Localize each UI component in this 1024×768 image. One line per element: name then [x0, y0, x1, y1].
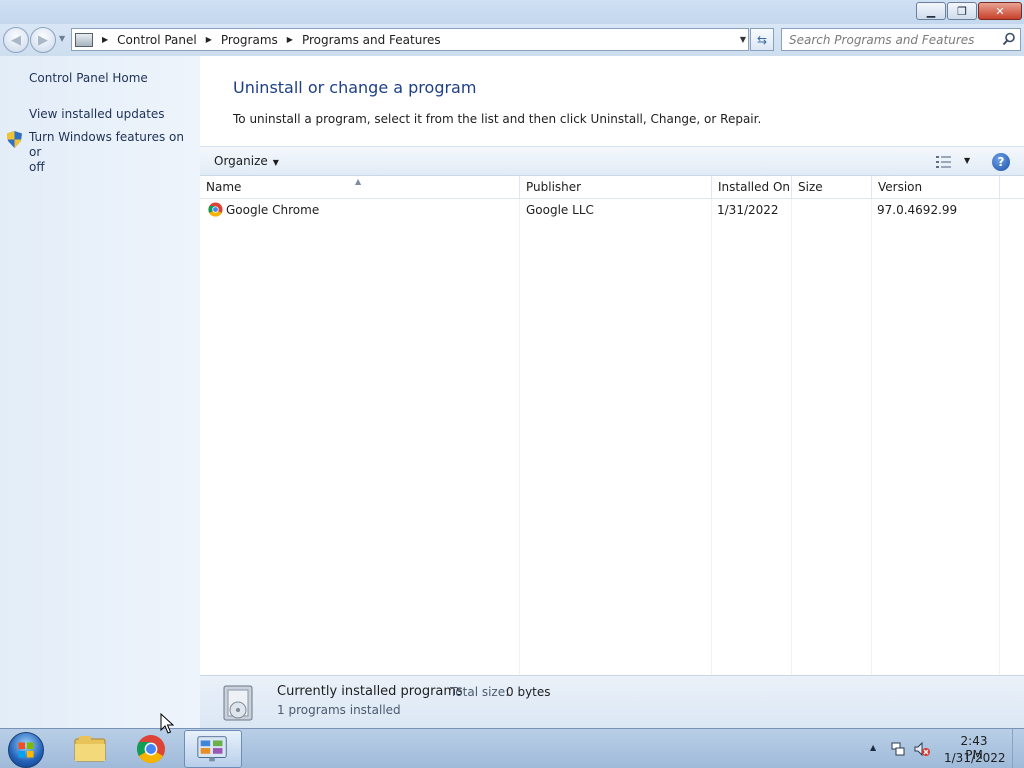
view-installed-updates-link[interactable]: View installed updates	[29, 107, 165, 122]
taskbar: ▲ 2:43 PM 1/31/2022	[0, 728, 1024, 768]
table-row[interactable]: Google Chrome Google LLC 1/31/2022 97.0.…	[200, 199, 1000, 221]
refresh-icon: ⇆	[756, 32, 768, 47]
breadcrumb: ▶ Control Panel ▶ Programs ▶ Programs an…	[93, 33, 441, 47]
row-installed-on: 1/31/2022	[717, 203, 779, 217]
sort-ascending-icon: ▲	[355, 177, 362, 186]
minimize-button[interactable]: ▁	[916, 2, 946, 20]
control-panel-small-icon	[75, 32, 93, 47]
organize-label: Organize	[214, 154, 268, 168]
breadcrumb-separator[interactable]: ▶	[206, 35, 212, 44]
address-dropdown-icon[interactable]: ▼	[740, 35, 746, 44]
turn-windows-features-line2: off	[29, 160, 45, 174]
start-button[interactable]	[8, 732, 44, 768]
address-bar[interactable]: ▶ Control Panel ▶ Programs ▶ Programs an…	[71, 28, 749, 51]
chrome-icon	[137, 735, 165, 763]
task-pane: Control Panel Home View installed update…	[0, 56, 200, 728]
column-divider	[999, 199, 1000, 675]
mouse-cursor-icon	[160, 713, 174, 734]
refresh-button[interactable]: ⇆	[750, 28, 774, 51]
window-titlebar: ▁ ❐ ✕	[0, 0, 1024, 24]
show-hidden-icons-button[interactable]: ▲	[870, 743, 876, 752]
breadcrumb-separator[interactable]: ▶	[287, 35, 293, 44]
windows-logo-icon	[18, 742, 34, 758]
search-box[interactable]	[781, 28, 1021, 51]
uac-shield-icon	[7, 131, 22, 148]
taskbar-explorer-button[interactable]	[61, 730, 119, 768]
column-header-name[interactable]: Name ▲	[200, 176, 520, 198]
control-panel-home-link[interactable]: Control Panel Home	[29, 71, 148, 86]
column-header-size[interactable]: Size	[792, 176, 872, 198]
details-pane: Currently installed programs Total size:…	[200, 675, 1024, 728]
breadcrumb-separator[interactable]: ▶	[102, 35, 108, 44]
forward-arrow-icon: ▶	[38, 32, 48, 48]
recent-pages-dropdown[interactable]: ▼	[59, 34, 65, 43]
search-icon[interactable]	[1002, 32, 1016, 46]
change-view-icon[interactable]	[936, 155, 952, 169]
taskbar-chrome-button[interactable]	[122, 730, 180, 768]
show-desktop-button[interactable]	[1012, 729, 1024, 768]
column-divider	[711, 199, 712, 675]
turn-windows-features-line1: Turn Windows features on or	[29, 130, 184, 159]
forward-button[interactable]: ▶	[30, 27, 56, 53]
caption-buttons: ▁ ❐ ✕	[915, 2, 1022, 20]
clock-date[interactable]: 1/31/2022	[944, 751, 1006, 765]
organize-button[interactable]: Organize ▼	[214, 154, 279, 168]
breadcrumb-programs[interactable]: Programs	[221, 33, 278, 47]
minimize-icon: ▁	[926, 4, 936, 18]
details-title: Currently installed programs	[277, 684, 463, 699]
total-size-label: Total size:	[450, 685, 510, 699]
restore-icon: ❐	[957, 4, 967, 18]
list-header: Name ▲ Publisher Installed On Size Versi…	[200, 176, 1024, 199]
programs-count: 1 programs installed	[277, 703, 401, 717]
content-pane: Uninstall or change a program To uninsta…	[200, 56, 1024, 728]
page-description: To uninstall a program, select it from t…	[233, 112, 762, 126]
command-bar: Organize ▼ ▼ ?	[200, 146, 1024, 176]
back-button[interactable]: ◀	[3, 27, 29, 53]
navigation-bar: ◀ ▶ ▼ ▶ Control Panel ▶ Programs ▶ Progr…	[0, 24, 1024, 56]
column-header-version[interactable]: Version	[872, 176, 1000, 198]
breadcrumb-control-panel[interactable]: Control Panel	[117, 33, 197, 47]
column-divider	[871, 199, 872, 675]
control-panel-icon	[197, 736, 227, 762]
row-size	[792, 199, 798, 221]
row-publisher: Google LLC	[526, 203, 594, 217]
turn-windows-features-link[interactable]: Turn Windows features on or off	[29, 130, 200, 175]
restore-button[interactable]: ❐	[947, 2, 977, 20]
total-size-value: 0 bytes	[506, 685, 551, 699]
column-divider	[791, 199, 792, 675]
column-header-name-label: Name	[206, 180, 242, 194]
column-header-publisher[interactable]: Publisher	[520, 176, 712, 198]
column-divider	[519, 199, 520, 675]
row-version: 97.0.4692.99	[877, 203, 958, 217]
windows-explorer-icon	[74, 736, 106, 762]
breadcrumb-programs-and-features[interactable]: Programs and Features	[302, 33, 441, 47]
help-icon[interactable]: ?	[992, 153, 1010, 171]
column-header-installed-on[interactable]: Installed On	[712, 176, 792, 198]
search-input[interactable]	[789, 29, 999, 50]
installed-programs-icon	[223, 685, 253, 721]
view-options-dropdown[interactable]: ▼	[964, 156, 970, 165]
page-title: Uninstall or change a program	[233, 78, 477, 97]
action-center-icon[interactable]	[890, 741, 906, 757]
close-icon: ✕	[995, 4, 1005, 18]
row-name: Google Chrome	[226, 203, 320, 217]
close-button[interactable]: ✕	[978, 2, 1022, 20]
chevron-down-icon: ▼	[272, 158, 279, 167]
back-arrow-icon: ◀	[11, 32, 21, 48]
taskbar-control-panel-button[interactable]	[184, 730, 242, 768]
volume-muted-icon[interactable]	[914, 741, 930, 757]
